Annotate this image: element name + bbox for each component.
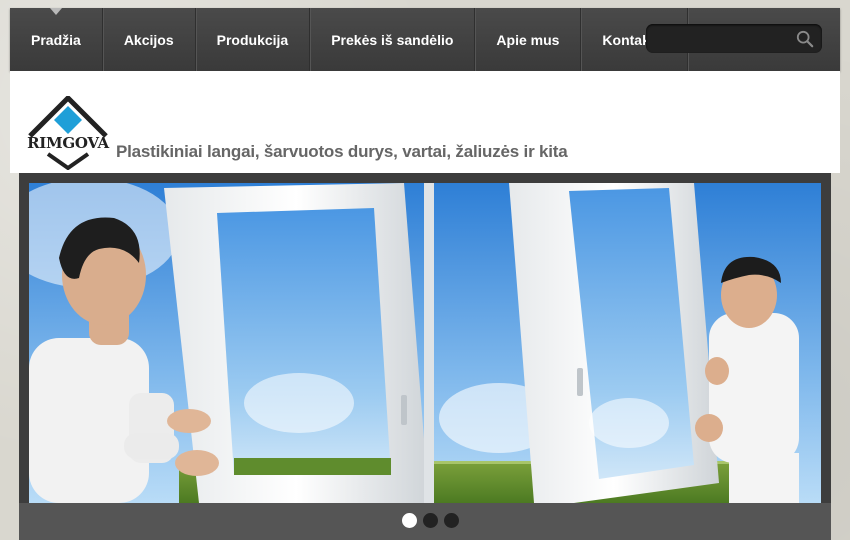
slider-dot-1[interactable] xyxy=(402,513,417,528)
slider-controls xyxy=(19,503,831,540)
nav-item-label: Produkcija xyxy=(216,31,289,48)
active-indicator xyxy=(49,8,62,15)
nav-item-akcijos[interactable]: Akcijos xyxy=(103,8,196,71)
logo-text: RIMGOVA xyxy=(27,134,109,152)
nav-menu: Pradžia Akcijos Produkcija Prekės iš san… xyxy=(10,8,689,71)
search-icon[interactable] xyxy=(796,30,814,48)
slide-image-window-installers xyxy=(29,183,821,503)
site-tagline: Plastikiniai langai, šarvuotos durys, va… xyxy=(116,142,568,161)
main-navbar: Pradžia Akcijos Produkcija Prekės iš san… xyxy=(10,8,840,71)
nav-item-label: Pradžia xyxy=(31,31,81,48)
nav-item-prekes-is-sandelio[interactable]: Prekės iš sandėlio xyxy=(310,8,476,71)
nav-item-label: Prekės iš sandėlio xyxy=(331,31,454,48)
logo-diamond-icon xyxy=(28,94,108,171)
nav-item-apie-mus[interactable]: Apie mus xyxy=(475,8,582,71)
site-header: RIMGOVA Plastikiniai langai, šarvuotos d… xyxy=(10,71,840,173)
slider-dot-3[interactable] xyxy=(444,513,459,528)
hero-slider xyxy=(19,173,831,540)
search-input[interactable] xyxy=(654,28,798,51)
slider-dot-2[interactable] xyxy=(423,513,438,528)
search-box xyxy=(646,24,822,53)
nav-item-label: Akcijos xyxy=(123,31,174,48)
nav-item-pradzia[interactable]: Pradžia xyxy=(10,8,103,71)
rimgova-logo[interactable]: RIMGOVA xyxy=(26,94,110,171)
window-installers-photo xyxy=(29,183,821,503)
slider-pagination xyxy=(402,513,459,528)
nav-item-produkcija[interactable]: Produkcija xyxy=(196,8,311,71)
nav-item-label: Apie mus xyxy=(496,31,560,48)
